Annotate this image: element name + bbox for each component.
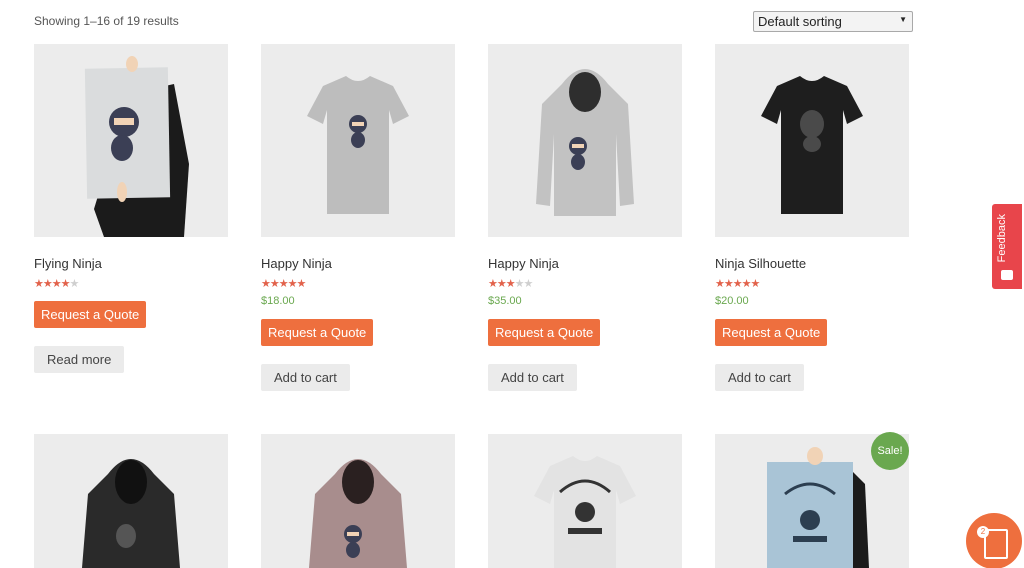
hoodie-grey-image — [488, 44, 682, 237]
request-quote-button[interactable]: Request a Quote — [488, 319, 601, 346]
product-card: Sale! — [715, 432, 909, 568]
product-card — [261, 434, 455, 568]
hoodie-black-image — [34, 434, 228, 568]
product-card: Happy Ninja ★★★★★ $18.00 Request a Quote… — [261, 44, 455, 391]
star-rating: ★★★★★ — [715, 278, 760, 290]
star-rating: ★★★★★ — [261, 278, 306, 290]
feedback-tab[interactable]: Feedback — [992, 204, 1022, 289]
result-count: Showing 1–16 of 19 results — [34, 14, 179, 28]
tshirt-grey-image — [261, 44, 455, 237]
feedback-label: Feedback — [996, 214, 1008, 263]
product-title[interactable]: Happy Ninja — [261, 256, 455, 271]
product-image[interactable] — [34, 434, 228, 568]
product-card — [34, 434, 228, 568]
product-card: Ninja Silhouette ★★★★★ $20.00 Request a … — [715, 44, 909, 391]
feedback-icon — [1001, 270, 1013, 280]
quote-count-badge: 2 — [977, 526, 989, 538]
poster-ninja-image — [34, 44, 228, 237]
product-image[interactable] — [488, 44, 682, 237]
sorting-select[interactable]: Default sorting ▼ — [753, 11, 913, 32]
product-price: $18.00 — [261, 295, 295, 307]
product-card: Flying Ninja ★★★★★ Request a Quote Read … — [34, 44, 228, 373]
read-more-button[interactable]: Read more — [34, 346, 125, 373]
star-rating: ★★★★★ — [34, 278, 79, 290]
product-card — [488, 434, 682, 568]
product-title[interactable]: Flying Ninja — [34, 256, 228, 271]
product-title[interactable]: Happy Ninja — [488, 256, 682, 271]
add-to-cart-button[interactable]: Add to cart — [261, 364, 350, 391]
product-image[interactable] — [715, 44, 909, 237]
product-image[interactable] — [261, 434, 455, 568]
product-price: $20.00 — [715, 295, 749, 307]
add-to-cart-button[interactable]: Add to cart — [488, 364, 577, 391]
request-quote-button[interactable]: Request a Quote — [34, 301, 147, 328]
request-quote-button[interactable]: Request a Quote — [715, 319, 828, 346]
product-title[interactable]: Ninja Silhouette — [715, 256, 909, 271]
tshirt-woothemes-image — [488, 434, 682, 568]
product-price: $35.00 — [488, 295, 522, 307]
product-image[interactable] — [488, 434, 682, 568]
sorting-selected: Default sorting — [758, 14, 842, 29]
tshirt-black-image — [715, 44, 909, 237]
product-image[interactable] — [261, 44, 455, 237]
add-to-cart-button[interactable]: Add to cart — [715, 364, 804, 391]
product-image[interactable] — [34, 44, 228, 237]
hoodie-pink-image — [261, 434, 455, 568]
product-card: Happy Ninja ★★★★★ $35.00 Request a Quote… — [488, 44, 682, 391]
star-rating: ★★★★★ — [488, 278, 533, 290]
dropdown-arrow-icon: ▼ — [899, 15, 907, 24]
request-quote-button[interactable]: Request a Quote — [261, 319, 374, 346]
quote-list-button[interactable]: 2 — [966, 513, 1022, 568]
sale-badge: Sale! — [871, 432, 909, 470]
